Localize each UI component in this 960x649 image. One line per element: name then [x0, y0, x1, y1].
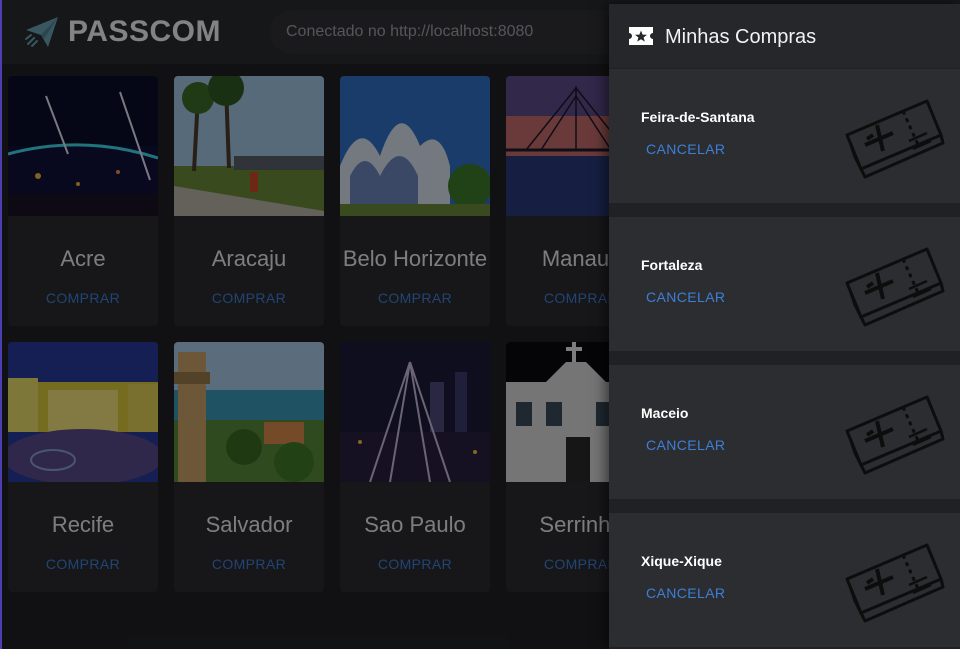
ticket-star-icon [629, 27, 653, 45]
drawer-title: Minhas Compras [665, 26, 817, 48]
purchase-city: Feira-de-Santana [641, 109, 755, 125]
cancel-button[interactable]: CANCELAR [646, 585, 725, 601]
purchase-city: Xique-Xique [641, 553, 722, 569]
purchase-city: Maceio [641, 405, 689, 421]
plane-ticket-icon [845, 395, 945, 475]
purchase-item: Xique-Xique CANCELAR [609, 513, 960, 647]
plane-ticket-icon [845, 99, 945, 179]
drawer-header: Minhas Compras [609, 4, 960, 68]
cancel-button[interactable]: CANCELAR [646, 437, 725, 453]
purchase-city: Fortaleza [641, 257, 703, 273]
plane-ticket-icon [845, 247, 945, 327]
purchase-item: Maceio CANCELAR [609, 365, 960, 499]
cancel-button[interactable]: CANCELAR [646, 141, 725, 157]
purchase-item: Fortaleza CANCELAR [609, 217, 960, 351]
purchases-drawer: Minhas Compras Feira-de-Santana CANCELAR… [609, 4, 960, 649]
plane-ticket-icon [845, 543, 945, 623]
purchase-item: Feira-de-Santana CANCELAR [609, 69, 960, 203]
cancel-button[interactable]: CANCELAR [646, 289, 725, 305]
window-edge [0, 0, 2, 649]
